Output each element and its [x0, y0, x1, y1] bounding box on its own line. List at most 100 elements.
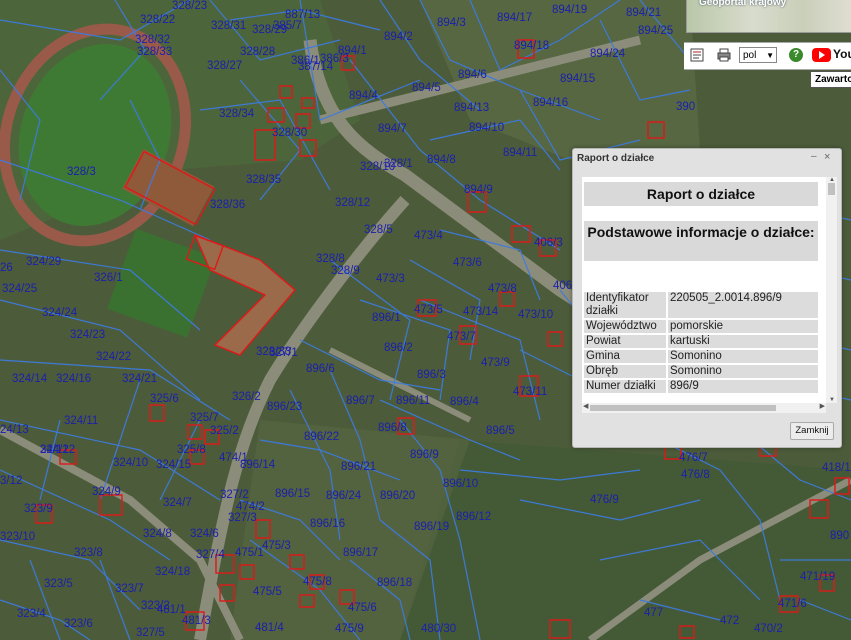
parcel-label[interactable]: 328/9 [331, 265, 360, 277]
parcel-label[interactable]: 323/8 [74, 547, 103, 559]
parcel-label[interactable]: 894/6 [458, 69, 487, 81]
parcel-label[interactable]: 890 [830, 530, 849, 542]
parcel-label[interactable]: 328/30 [272, 127, 307, 139]
parcel-label[interactable]: 385/7 [273, 20, 302, 32]
parcel-label[interactable]: 326/1 [94, 272, 123, 284]
parcel-label[interactable]: 24/13 [0, 424, 29, 436]
parcel-label[interactable]: 896/8 [378, 422, 407, 434]
parcel-label[interactable]: 894/11 [503, 147, 537, 159]
horizontal-scrollbar[interactable]: ◀ ▶ [582, 403, 826, 413]
parcel-label[interactable]: 476/8 [681, 469, 710, 481]
parcel-label[interactable]: 471/19 [800, 571, 835, 583]
parcel-label[interactable]: 26 [0, 262, 13, 274]
parcel-label[interactable]: 894/3 [437, 17, 466, 29]
parcel-label[interactable]: 406 [553, 280, 572, 292]
parcel-label[interactable]: 896/23 [267, 401, 302, 413]
parcel-label[interactable]: 390 [676, 101, 695, 113]
parcel-label[interactable]: 324/23 [70, 329, 105, 341]
parcel-label[interactable]: 327/4 [196, 549, 225, 561]
parcel-label[interactable]: 328/28 [240, 46, 275, 58]
parcel-label[interactable]: 894/4 [349, 90, 378, 102]
parcel-label[interactable]: 324/14 [12, 373, 47, 385]
parcel-label[interactable]: 327/3 [228, 512, 257, 524]
parcel-label[interactable]: 328/33 [137, 46, 172, 58]
parcel-label[interactable]: 324/15 [156, 459, 191, 471]
parcel-label[interactable]: 324/6 [190, 528, 219, 540]
parcel-label[interactable]: 473/6 [453, 257, 482, 269]
parcel-label[interactable]: 896/9 [410, 449, 439, 461]
parcel-label[interactable]: 896/17 [343, 547, 378, 559]
parcel-label[interactable]: 328/32 [135, 34, 170, 46]
parcel-label[interactable]: 473/14 [463, 306, 498, 318]
parcel-label[interactable]: 896/12 [456, 511, 491, 523]
parcel-label[interactable]: 327/2 [220, 489, 249, 501]
parcel-label[interactable]: 323/5 [44, 578, 73, 590]
printer-icon[interactable] [717, 48, 731, 62]
parcel-label[interactable]: 476/9 [590, 494, 619, 506]
parcel-label[interactable]: 406/3 [534, 237, 563, 249]
parcel-label[interactable]: 328/23 [172, 0, 207, 12]
parcel-label[interactable]: 894/13 [454, 102, 489, 114]
parcel-label[interactable]: 328/1 [384, 158, 413, 170]
parcel-label[interactable]: 328/31 [211, 20, 246, 32]
parcel-label[interactable]: 894/1 [338, 45, 367, 57]
parcel-label[interactable]: 325/7 [190, 412, 219, 424]
parcel-label[interactable]: 328/22 [140, 14, 175, 26]
parcel-label[interactable]: 325/2 [210, 425, 239, 437]
parcel-label[interactable]: 475/9 [335, 623, 364, 635]
parcel-label[interactable]: 481/3 [182, 615, 211, 627]
parcel-label[interactable]: 896/19 [414, 521, 449, 533]
parcel-label[interactable]: 896/20 [380, 490, 415, 502]
parcel-label[interactable]: 896/24 [326, 490, 361, 502]
parcel-label[interactable]: 323/6 [64, 618, 93, 630]
parcel-label[interactable]: 323/10 [0, 531, 35, 543]
parcel-label[interactable]: 324/7 [163, 497, 192, 509]
parcel-label[interactable]: 894/25 [638, 25, 673, 37]
parcel-label[interactable]: 473/9 [481, 357, 510, 369]
parcel-label[interactable]: 894/7 [378, 123, 407, 135]
language-select[interactable]: pol ▼ [739, 47, 777, 63]
parcel-label[interactable]: 896/18 [377, 577, 412, 589]
parcel-label[interactable]: 896/3 [417, 369, 446, 381]
parcel-label[interactable]: 894/24 [590, 48, 625, 60]
parcel-label[interactable]: 471/6 [778, 598, 807, 610]
parcel-label[interactable]: 323/7 [115, 583, 144, 595]
parcel-label[interactable]: 324/11 [64, 415, 98, 427]
parcel-label[interactable]: 325/6 [150, 393, 179, 405]
parcel-label[interactable]: 387/14 [298, 61, 333, 73]
dialog-content[interactable]: Raport o działce Podstawowe informacje o… [582, 177, 826, 413]
parcel-label[interactable]: 894/21 [626, 7, 661, 19]
parcel-label[interactable]: 894/8 [427, 154, 456, 166]
parcel-label[interactable]: 894/18 [514, 40, 549, 52]
parcel-label[interactable]: 324/18 [155, 566, 190, 578]
parcel-label[interactable]: 325/8 [177, 444, 206, 456]
parcel-label[interactable]: 896/22 [304, 431, 339, 443]
parcel-label[interactable]: 3/12 [0, 475, 22, 487]
parcel-label[interactable]: 327/1 [269, 347, 298, 359]
parcel-label[interactable]: 896/1 [372, 312, 401, 324]
parcel-label[interactable]: 887/13 [285, 9, 320, 21]
vertical-scrollbar[interactable]: ▲ ▼ [826, 177, 837, 403]
parcel-label[interactable]: 896/11 [396, 395, 430, 407]
parcel-label[interactable]: 473/8 [488, 283, 517, 295]
parcel-label[interactable]: 894/5 [412, 82, 441, 94]
report-icon[interactable] [690, 48, 704, 62]
parcel-label[interactable]: 896/5 [486, 425, 515, 437]
parcel-label[interactable]: 324/16 [56, 373, 91, 385]
parcel-label[interactable]: 894/15 [560, 73, 595, 85]
parcel-label[interactable]: 328/35 [246, 174, 281, 186]
parcel-label[interactable]: 324/10 [113, 457, 148, 469]
parcel-label[interactable]: 894/16 [533, 97, 568, 109]
parcel-label[interactable]: 418/1 [822, 462, 851, 474]
parcel-label[interactable]: 475/5 [253, 586, 282, 598]
vertical-scroll-thumb[interactable] [828, 183, 835, 195]
parcel-label[interactable]: 324/9 [92, 486, 121, 498]
scroll-down-icon[interactable]: ▼ [829, 397, 835, 403]
parcel-label[interactable]: 896/10 [443, 478, 478, 490]
parcel-label[interactable]: 896/16 [310, 518, 345, 530]
parcel-label[interactable]: 324/25 [2, 283, 37, 295]
parcel-label[interactable]: 894/19 [552, 4, 587, 16]
parcel-label[interactable]: 475/3 [262, 540, 291, 552]
horizontal-scroll-thumb[interactable] [590, 405, 776, 411]
parcel-label[interactable]: 323/9 [24, 503, 53, 515]
